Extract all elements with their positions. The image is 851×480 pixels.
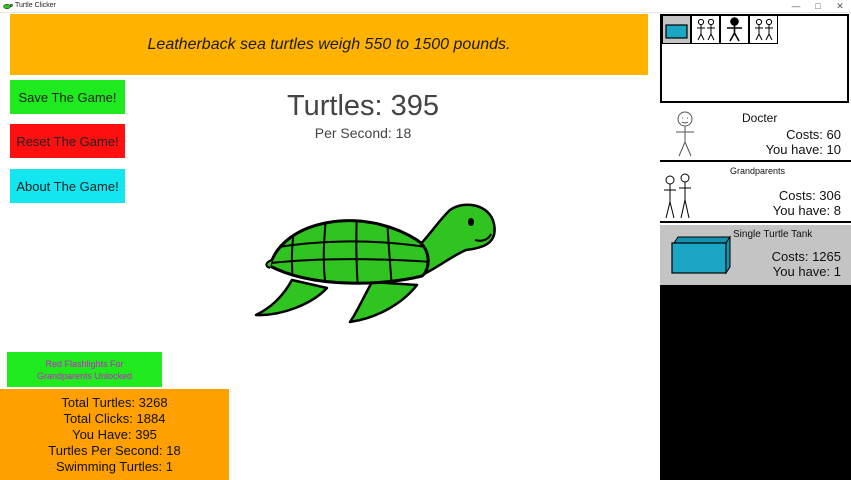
- stats-panel: Total Turtles: 3268 Total Clicks: 1884 Y…: [0, 389, 229, 480]
- grandparents-icon: [664, 173, 691, 219]
- maximize-button[interactable]: □: [807, 0, 829, 12]
- grandparents-icon: [697, 18, 715, 41]
- per-second-rate: Per Second: 18: [314, 125, 412, 141]
- unlock-notice: Red Flashlights For Grandparents Unlocke…: [7, 352, 162, 387]
- shop-item-cost: Costs: 1265: [771, 249, 841, 264]
- unlock-notice-line-2: Grandparents Unlocked: [36, 370, 133, 381]
- stat-swimming-turtles: Swimming Turtles: 1: [55, 458, 174, 474]
- about-button[interactable]: About The Game!: [10, 169, 125, 203]
- unlock-notice-line-1: Red Flashlights For: [45, 358, 124, 369]
- shop-item-cost: Costs: 306: [778, 188, 841, 203]
- turtle-app-icon: [3, 3, 13, 9]
- turtle-shell: [268, 219, 430, 285]
- stat-turtles-per-second: Turtles Per Second: 18: [48, 442, 181, 458]
- shop-empty-area: [660, 285, 851, 480]
- fact-text: Leatherback sea turtles weigh 550 to 150…: [147, 35, 511, 53]
- window-title: Turtle Clicker: [15, 2, 56, 9]
- turtle-back-flipper: [254, 278, 329, 317]
- title-bar: Turtle Clicker — □ ✕: [0, 0, 851, 13]
- fact-banner: Leatherback sea turtles weigh 550 to 150…: [10, 14, 648, 75]
- turtle-eye: [468, 218, 474, 226]
- turtle-tank-icon: [671, 235, 731, 275]
- tab-turtle-tanks[interactable]: [662, 15, 691, 44]
- shop-item-owned: You have: 8: [772, 203, 841, 218]
- shop-item-cost: Costs: 60: [786, 127, 841, 142]
- shop-item-single-turtle-tank[interactable]: Single Turtle Tank Costs: 1265 You have:…: [660, 225, 851, 285]
- grandparents-icon: [755, 18, 773, 41]
- turtle-count: Turtles: 395: [286, 90, 440, 122]
- shop-item-name: Docter: [742, 111, 778, 125]
- stat-total-clicks: Total Clicks: 1884: [63, 410, 166, 426]
- save-button[interactable]: Save The Game!: [10, 80, 125, 114]
- minimize-button[interactable]: —: [785, 0, 807, 12]
- reset-button[interactable]: Reset The Game!: [10, 124, 125, 158]
- tab-grandparents[interactable]: [691, 15, 720, 44]
- shop-item-grandparents[interactable]: Grandparents Costs: 306 You have: 8: [660, 164, 851, 223]
- tab-docter[interactable]: [720, 15, 749, 44]
- turtle-click-button[interactable]: [252, 200, 498, 326]
- turtle-tank-icon: [665, 24, 688, 39]
- shop-item-owned: You have: 10: [765, 142, 841, 157]
- shop-item-name: Grandparents: [730, 166, 786, 176]
- tab-grandparents-alt[interactable]: [749, 15, 778, 44]
- docter-icon: [676, 111, 694, 157]
- turtle-front-flipper: [348, 280, 419, 324]
- shop-item-docter[interactable]: Docter Costs: 60 You have: 10: [660, 107, 851, 162]
- stat-you-have: You Have: 395: [72, 426, 157, 442]
- stat-total-turtles: Total Turtles: 3268: [61, 394, 168, 410]
- shop-item-owned: You have: 1: [772, 264, 841, 279]
- close-button[interactable]: ✕: [829, 0, 851, 12]
- shop-item-name: Single Turtle Tank: [733, 229, 813, 240]
- docter-icon: [727, 17, 742, 42]
